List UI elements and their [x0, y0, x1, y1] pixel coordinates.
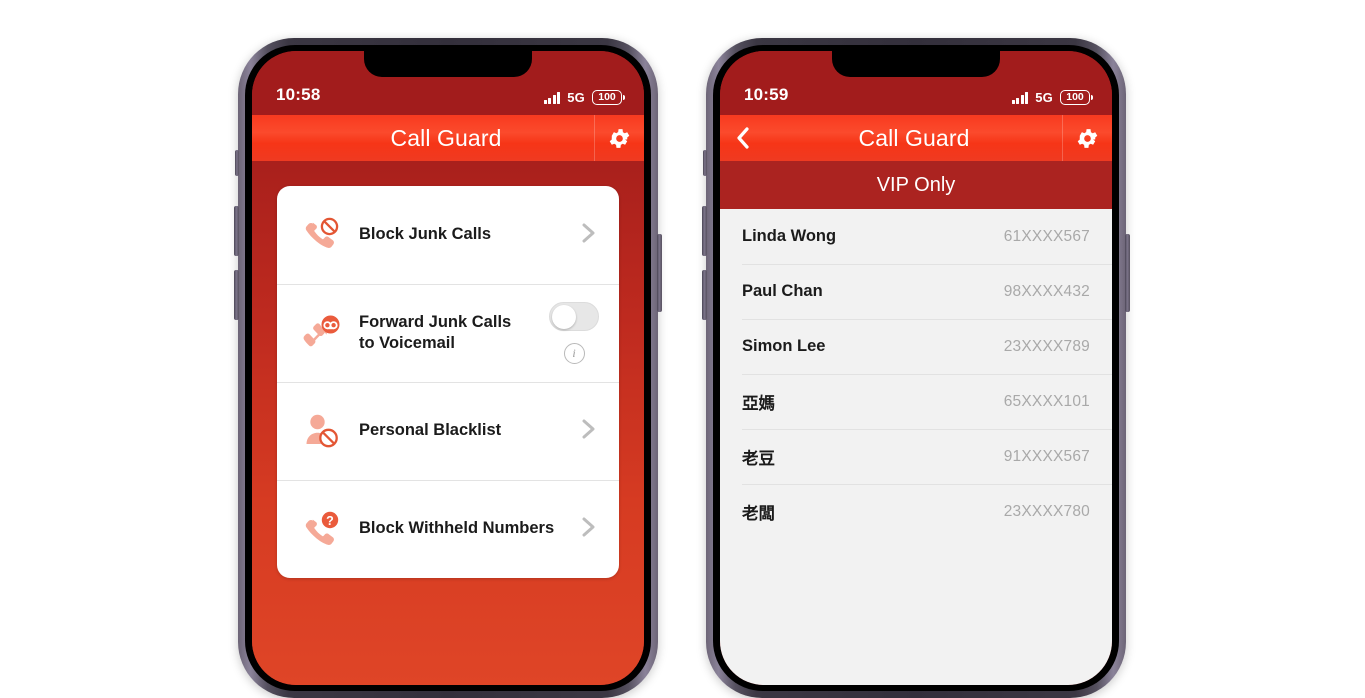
- settings-button[interactable]: [594, 115, 644, 161]
- volume-down-button[interactable]: [234, 270, 239, 320]
- nav-bar: Call Guard: [720, 115, 1112, 161]
- person-blocked-icon: [295, 411, 349, 451]
- cellular-signal-icon: [1011, 91, 1029, 104]
- phone-unknown-icon: ?: [295, 509, 349, 549]
- info-icon[interactable]: i: [563, 343, 585, 364]
- row-personal-blacklist[interactable]: Personal Blacklist: [277, 382, 619, 480]
- row-label-line1: Forward Junk Calls: [359, 312, 512, 331]
- battery-icon: 100: [592, 90, 625, 105]
- volume-up-button[interactable]: [702, 206, 707, 256]
- chevron-right-icon: [579, 219, 605, 252]
- screen-left: 10:58 5G 100 Call Guard Block Junk Calls…: [252, 51, 644, 685]
- section-title-label: VIP Only: [876, 173, 956, 196]
- battery-level-label: 100: [598, 91, 616, 104]
- volume-up-button[interactable]: [234, 206, 239, 256]
- status-indicators: 5G 100: [1011, 90, 1093, 105]
- settings-card: Block Junk Calls Forward Junk Calls to V…: [277, 186, 619, 578]
- power-button[interactable]: [1125, 234, 1130, 312]
- list-item[interactable]: Simon Lee 23XXXX789: [720, 319, 1112, 374]
- forward-voicemail-toggle[interactable]: [549, 302, 599, 331]
- call-forward-voicemail-icon: [295, 312, 349, 354]
- contact-number: 23XXXX780: [1003, 502, 1090, 520]
- silence-switch[interactable]: [703, 150, 707, 176]
- network-type-label: 5G: [567, 90, 585, 105]
- power-button[interactable]: [657, 234, 662, 312]
- contact-name: Linda Wong: [742, 227, 837, 245]
- list-item[interactable]: 老豆 91XXXX567: [720, 429, 1112, 484]
- svg-text:?: ?: [326, 514, 334, 528]
- status-clock: 10:59: [744, 85, 789, 104]
- chevron-right-icon: [579, 415, 605, 448]
- contact-number: 61XXXX567: [1003, 227, 1090, 245]
- screen-left-content: Block Junk Calls Forward Junk Calls to V…: [252, 161, 644, 685]
- page-title: Call Guard: [390, 124, 502, 151]
- back-button[interactable]: [720, 123, 766, 153]
- phone-device-left: 10:58 5G 100 Call Guard Block Junk Calls…: [234, 38, 662, 698]
- row-label-line2: to Voicemail: [359, 334, 455, 352]
- contact-name: 老豆: [742, 449, 775, 468]
- row-block-withheld-numbers[interactable]: ? Block Withheld Numbers: [277, 480, 619, 578]
- section-title-vip-only: VIP Only: [720, 161, 1112, 209]
- contact-number: 65XXXX101: [1003, 392, 1090, 410]
- contact-name: Paul Chan: [742, 282, 823, 300]
- dynamic-island: [832, 51, 1000, 77]
- contact-number: 91XXXX567: [1003, 447, 1090, 465]
- volume-down-button[interactable]: [702, 270, 707, 320]
- chevron-right-icon: [579, 513, 605, 546]
- contact-name: 亞媽: [742, 394, 775, 413]
- silence-switch[interactable]: [235, 150, 239, 176]
- list-item[interactable]: Linda Wong 61XXXX567: [720, 209, 1112, 264]
- page-title: Call Guard: [858, 124, 970, 151]
- screen-right: 10:59 5G 100 Call Guard VIP Only Linda W…: [720, 51, 1112, 685]
- gear-icon: [609, 128, 630, 148]
- chevron-left-icon: [737, 127, 749, 149]
- list-item[interactable]: Paul Chan 98XXXX432: [720, 264, 1112, 319]
- status-indicators: 5G 100: [543, 90, 625, 105]
- row-block-junk-calls[interactable]: Block Junk Calls: [277, 186, 619, 284]
- contact-name: Simon Lee: [742, 337, 826, 355]
- battery-level-label: 100: [1066, 91, 1084, 104]
- phone-blocked-icon: [295, 215, 349, 255]
- phone-bezel-left: 10:58 5G 100 Call Guard Block Junk Calls…: [245, 45, 651, 691]
- row-label: Forward Junk Calls to Voicemail: [349, 312, 549, 354]
- row-label: Personal Blacklist: [359, 421, 502, 440]
- contact-name: 老闆: [742, 504, 775, 523]
- network-type-label: 5G: [1035, 90, 1053, 105]
- battery-icon: 100: [1060, 90, 1093, 105]
- nav-bar: Call Guard: [252, 115, 644, 161]
- phone-bezel-right: 10:59 5G 100 Call Guard VIP Only Linda W…: [713, 45, 1119, 691]
- list-item[interactable]: 亞媽 65XXXX101: [720, 374, 1112, 429]
- row-forward-junk-calls-to-voicemail[interactable]: Forward Junk Calls to Voicemail i: [277, 284, 619, 382]
- gear-icon: [1077, 128, 1098, 148]
- vip-contact-list[interactable]: Linda Wong 61XXXX567 Paul Chan 98XXXX432…: [720, 209, 1112, 685]
- cellular-signal-icon: [543, 91, 561, 104]
- contact-number: 23XXXX789: [1003, 337, 1090, 355]
- row-label: Block Withheld Numbers: [359, 519, 555, 538]
- contact-number: 98XXXX432: [1003, 282, 1090, 300]
- settings-button[interactable]: [1062, 115, 1112, 161]
- list-item[interactable]: 老闆 23XXXX780: [720, 484, 1112, 539]
- row-label: Block Junk Calls: [359, 225, 492, 244]
- phone-device-right: 10:59 5G 100 Call Guard VIP Only Linda W…: [702, 38, 1130, 698]
- row-accessories: i: [549, 302, 605, 364]
- dynamic-island: [364, 51, 532, 77]
- status-clock: 10:58: [276, 85, 321, 104]
